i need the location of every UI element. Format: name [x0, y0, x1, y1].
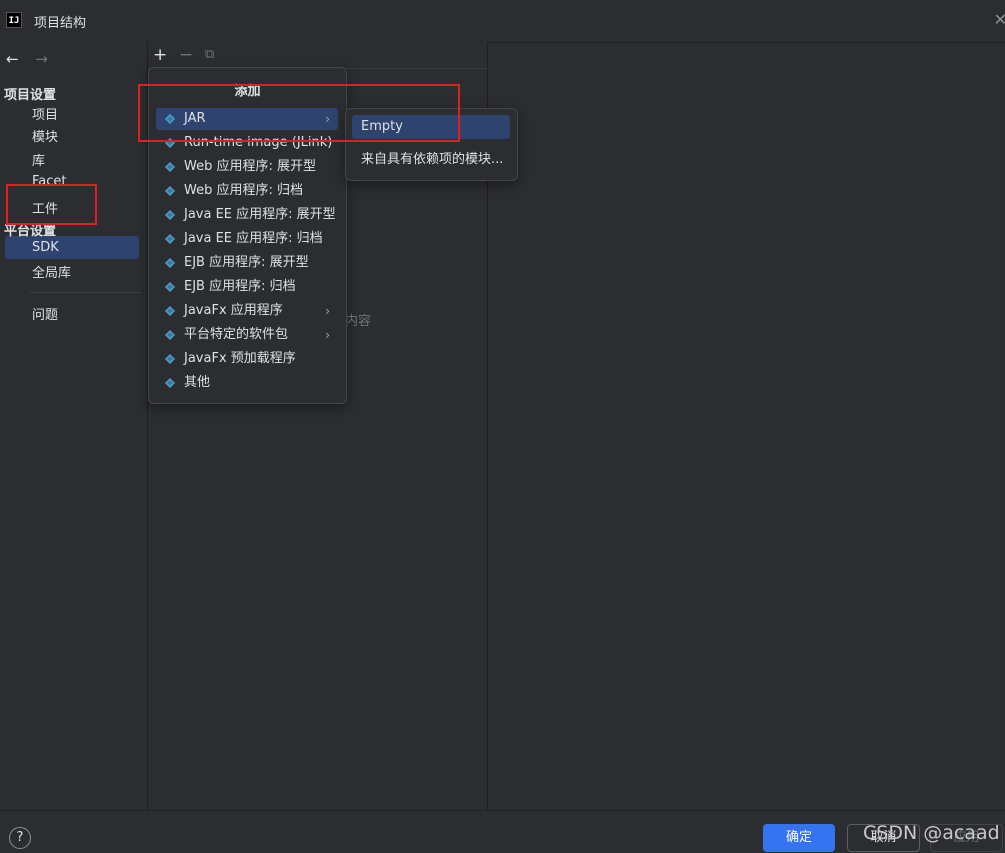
add-menu-item[interactable]: JavaFx 预加载程序 [156, 348, 338, 370]
sidebar-item-modules[interactable]: 模块 [32, 126, 58, 145]
submenu-item-label: 来自具有依赖项的模块... [361, 152, 504, 167]
diamond-icon [165, 114, 175, 124]
watermark: CSDN @acaad [863, 822, 1000, 844]
chevron-right-icon: › [325, 304, 330, 318]
remove-icon[interactable]: − [179, 45, 193, 65]
close-icon[interactable]: ✕ [994, 10, 1005, 29]
title-bar: IJ 项目结构 ✕ [0, 0, 1005, 43]
web-module-icon [165, 162, 175, 172]
sidebar-item-artifacts[interactable]: 工件 [32, 198, 58, 217]
add-menu-item[interactable]: Run-time image (JLink) [156, 132, 338, 154]
nav-arrows: ← → [6, 50, 60, 68]
sidebar-item-project[interactable]: 项目 [32, 104, 58, 123]
add-menu-item-label: Run-time image (JLink) [184, 135, 333, 150]
add-menu-item[interactable]: Java EE 应用程序: 归档 [156, 228, 338, 250]
empty-hint: 内容 [345, 314, 372, 329]
web-module-icon [165, 186, 175, 196]
ejb-icon [165, 258, 175, 268]
jar-submenu: Empty 来自具有依赖项的模块... [345, 108, 518, 181]
add-menu-item-label: 平台特定的软件包 [184, 327, 289, 342]
add-menu-item[interactable]: Web 应用程序: 展开型 [156, 156, 338, 178]
add-icon[interactable]: + [153, 45, 167, 65]
help-icon[interactable]: ? [9, 827, 31, 849]
diamond-icon [165, 330, 175, 340]
add-menu-popup: 添加 JAR › Run-time image (JLink) Web 应用程序: 展… [148, 67, 347, 404]
add-menu-item[interactable]: 平台特定的软件包 › [156, 324, 338, 346]
back-arrow-icon[interactable]: ← [6, 50, 19, 68]
javaee-icon [165, 210, 175, 220]
ok-button[interactable]: 确定 [763, 824, 835, 852]
copy-icon[interactable]: ⧉ [205, 47, 214, 62]
add-menu-item[interactable]: EJB 应用程序: 归档 [156, 276, 338, 298]
submenu-item-from-modules[interactable]: 来自具有依赖项的模块... [352, 148, 510, 172]
chevron-right-icon: › [325, 328, 330, 342]
sidebar-item-problems[interactable]: 问题 [32, 304, 58, 323]
forward-arrow-icon[interactable]: → [35, 50, 48, 68]
intellij-logo-icon: IJ [6, 12, 22, 28]
add-menu-item-label: JavaFx 预加载程序 [184, 351, 296, 366]
ejb-icon [165, 282, 175, 292]
diamond-icon [165, 306, 175, 316]
add-menu-item-label: Java EE 应用程序: 展开型 [184, 207, 336, 222]
add-menu-item[interactable]: Java EE 应用程序: 展开型 [156, 204, 338, 226]
dialog-footer: ? 确定 取消 应用 CSDN @acaad [0, 810, 1005, 853]
sidebar-item-global-libraries[interactable]: 全局库 [32, 262, 71, 281]
diamond-icon [165, 138, 175, 148]
add-menu-item[interactable]: EJB 应用程序: 展开型 [156, 252, 338, 274]
add-menu-item-label: EJB 应用程序: 归档 [184, 279, 296, 294]
sidebar-divider [30, 292, 142, 293]
add-menu-item-label: Web 应用程序: 归档 [184, 183, 303, 198]
sidebar-item-sdk[interactable]: SDK [32, 240, 59, 255]
sidebar-selection-highlight [5, 236, 139, 259]
add-menu-item[interactable]: JavaFx 应用程序 › [156, 300, 338, 322]
sidebar: ← → 项目设置 项目 模块 库 Facet 工件 平台设置 SDK 全局库 问… [0, 42, 148, 810]
diamond-icon [165, 378, 175, 388]
add-menu-item-label: EJB 应用程序: 展开型 [184, 255, 309, 270]
add-menu-item-label: JAR [184, 111, 206, 126]
javaee-icon [165, 234, 175, 244]
add-menu-title: 添加 [234, 84, 261, 99]
submenu-item-label: Empty [361, 119, 403, 134]
sidebar-item-facets[interactable]: Facet [32, 174, 67, 189]
section-platform-settings: 平台设置 [4, 224, 57, 239]
add-menu-item-label: Web 应用程序: 展开型 [184, 159, 316, 174]
sidebar-item-libraries[interactable]: 库 [32, 150, 45, 169]
section-project-settings: 项目设置 [4, 88, 57, 103]
add-menu-item-label: 其他 [184, 375, 211, 390]
add-menu-item[interactable]: JAR › [156, 108, 338, 130]
add-menu-item[interactable]: Web 应用程序: 归档 [156, 180, 338, 202]
window-title: 项目结构 [34, 16, 87, 31]
diamond-icon [165, 354, 175, 364]
add-menu-item-label: Java EE 应用程序: 归档 [184, 231, 323, 246]
add-menu-item-label: JavaFx 应用程序 [184, 303, 283, 318]
add-menu-item[interactable]: 其他 [156, 372, 338, 394]
chevron-right-icon: › [325, 112, 330, 126]
submenu-item-empty[interactable]: Empty [352, 115, 510, 139]
